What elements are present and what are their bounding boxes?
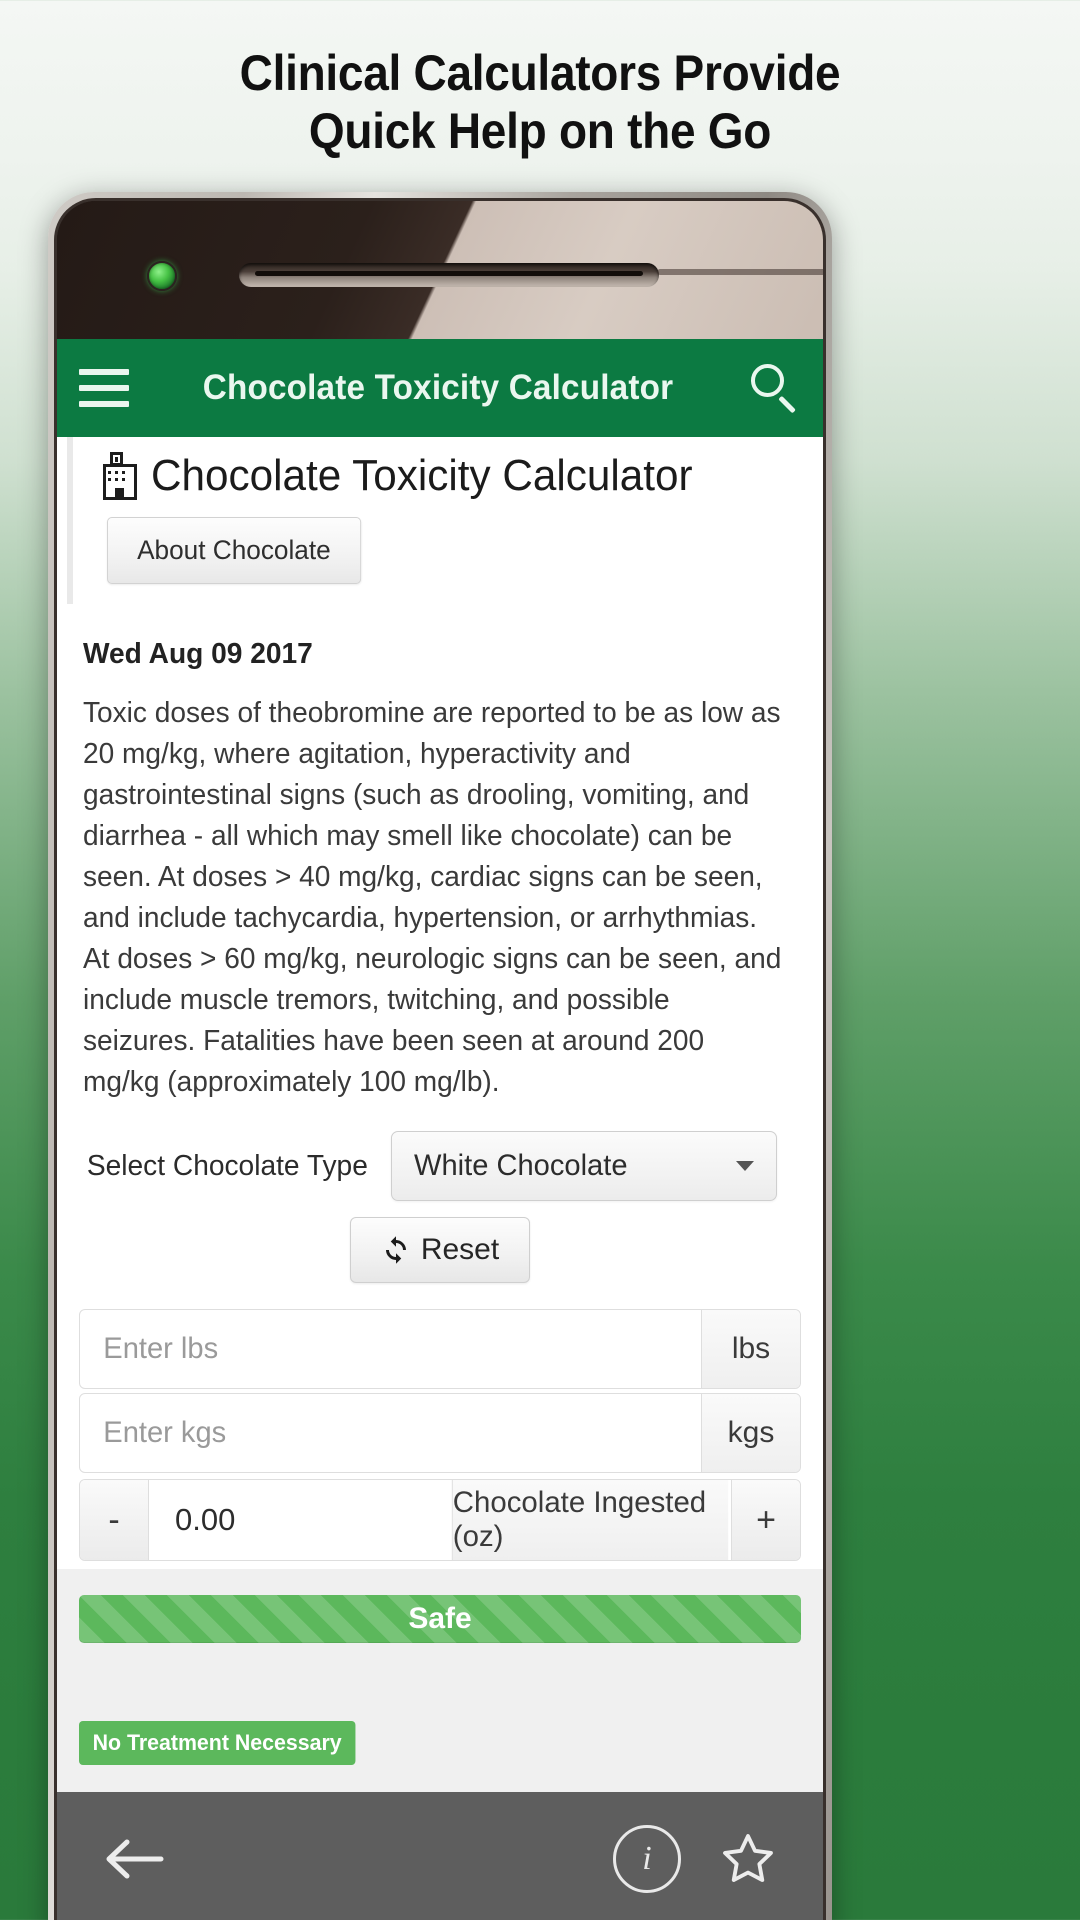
page-content: Chocolate Toxicity Calculator About Choc… — [57, 437, 823, 1792]
notification-led-icon — [147, 261, 177, 291]
lbs-input[interactable]: Enter lbs — [80, 1310, 682, 1388]
reset-label: Reset — [420, 1233, 500, 1266]
stepper-increment-button[interactable]: + — [731, 1480, 800, 1560]
kgs-field-row[interactable]: Enter kgs kgs — [79, 1393, 801, 1473]
lbs-unit-label: lbs — [701, 1310, 800, 1388]
app-toolbar: Chocolate Toxicity Calculator — [57, 339, 823, 437]
chocolate-type-label: Select Chocolate Type — [86, 1149, 368, 1182]
app-title: Chocolate Toxicity Calculator — [202, 368, 674, 407]
weight-inputs: Enter lbs lbs Enter kgs kgs — [57, 1309, 823, 1473]
phone-mockup: Chocolate Toxicity Calculator Chocolate … — [48, 192, 832, 1920]
star-outline-icon[interactable] — [719, 1830, 777, 1888]
page-body: Wed Aug 09 2017 Toxic doses of theobromi… — [57, 638, 823, 1283]
promo-headline: Clinical Calculators Provide Quick Help … — [43, 44, 1037, 160]
about-chocolate-button[interactable]: About Chocolate — [107, 517, 361, 584]
refresh-icon — [385, 1236, 406, 1264]
chocolate-type-select[interactable]: White Chocolate — [390, 1131, 777, 1201]
stepper-label: Chocolate Ingested (oz) — [451, 1480, 729, 1560]
toxicity-description: Toxic doses of theobromine are reported … — [83, 697, 782, 1098]
page-title: Chocolate Toxicity Calculator — [151, 451, 693, 500]
chocolate-amount-stepper: - 0.00 Chocolate Ingested (oz) + — [79, 1479, 801, 1561]
chevron-down-icon — [736, 1161, 754, 1171]
chocolate-type-row: Select Chocolate Type White Chocolate — [83, 1131, 797, 1201]
earpiece-speaker — [239, 263, 659, 287]
phone-top-bezel — [57, 201, 823, 339]
toxicity-status-bar: Safe — [79, 1595, 801, 1643]
result-panel: Safe No Treatment Necessary — [57, 1569, 823, 1792]
promo-headline-line1: Clinical Calculators Provide — [239, 45, 841, 101]
treatment-badge: No Treatment Necessary — [79, 1721, 356, 1765]
back-arrow-icon[interactable] — [103, 1836, 165, 1882]
stepper-value-input[interactable]: 0.00 — [149, 1480, 449, 1560]
nav-right-actions: i — [613, 1825, 777, 1893]
hospital-building-icon — [101, 452, 139, 500]
phone-screen: Chocolate Toxicity Calculator Chocolate … — [57, 339, 823, 1920]
reset-button[interactable]: Reset — [349, 1217, 531, 1283]
reset-row: Reset — [83, 1217, 797, 1283]
earpiece-speaker-extension — [657, 269, 823, 275]
page-header-card: Chocolate Toxicity Calculator About Choc… — [67, 437, 823, 604]
current-date: Wed Aug 09 2017 — [83, 638, 313, 670]
search-icon[interactable] — [747, 361, 801, 415]
kgs-unit-label: kgs — [701, 1394, 800, 1472]
chocolate-type-value: White Chocolate — [413, 1149, 628, 1182]
info-icon[interactable]: i — [613, 1825, 681, 1893]
promo-headline-line2: Quick Help on the Go — [308, 103, 772, 159]
lbs-field-row[interactable]: Enter lbs lbs — [79, 1309, 801, 1389]
hamburger-menu-icon[interactable] — [79, 369, 129, 407]
phone-body: Chocolate Toxicity Calculator Chocolate … — [54, 198, 826, 1920]
kgs-input[interactable]: Enter kgs — [80, 1394, 682, 1472]
page-title-row: Chocolate Toxicity Calculator — [73, 451, 823, 501]
bottom-navigation-bar: i — [57, 1792, 823, 1920]
stepper-decrement-button[interactable]: - — [80, 1480, 149, 1560]
